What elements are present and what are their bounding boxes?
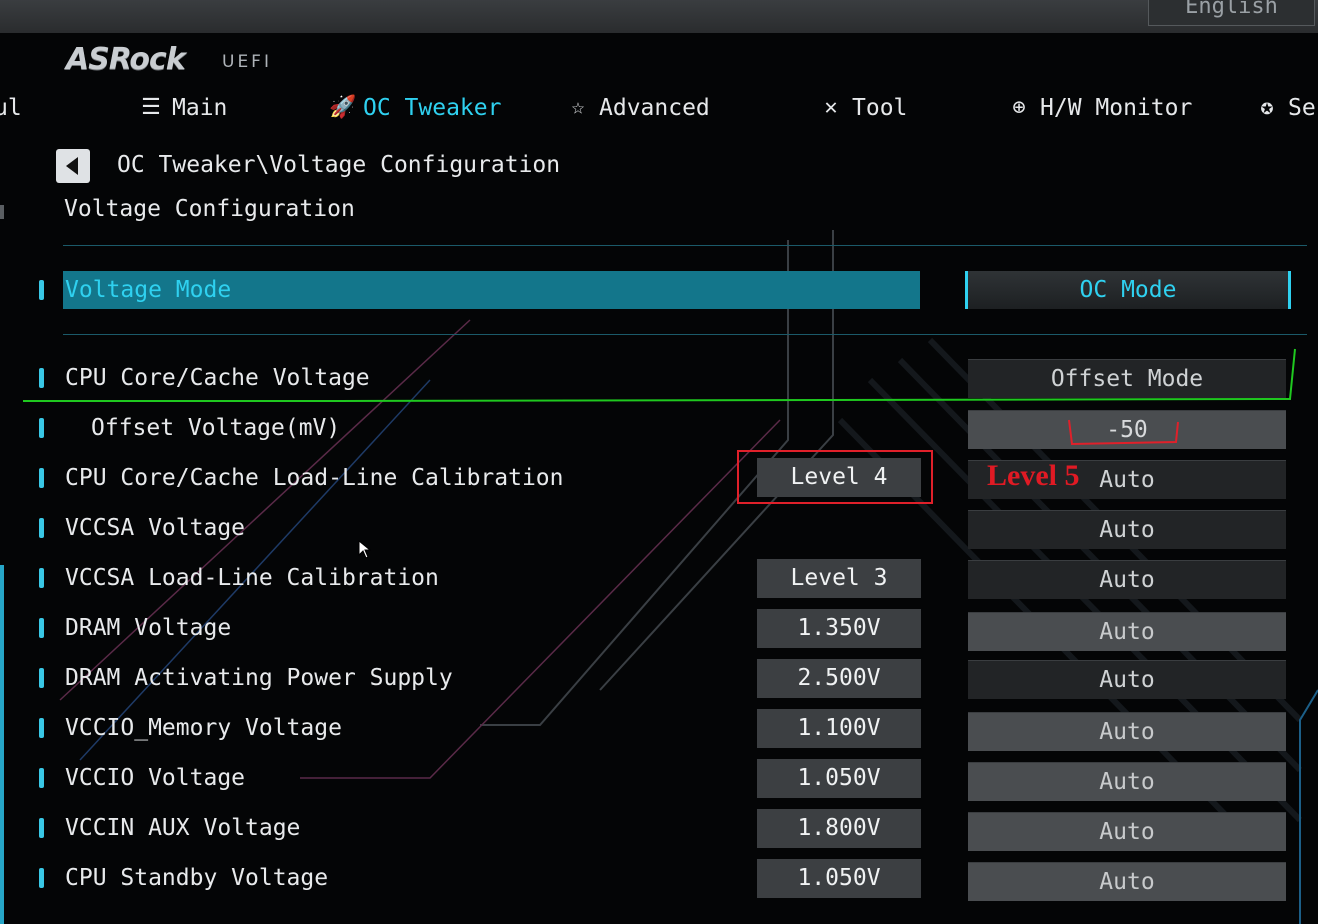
scroll-marker xyxy=(0,205,4,219)
divider xyxy=(63,334,1307,335)
row-indicator-icon xyxy=(39,718,44,738)
top-bar xyxy=(0,0,1318,33)
setting-value-vccio-voltage[interactable]: Auto xyxy=(968,762,1286,801)
tab-hw-monitor[interactable]: ⊕ H/W Monitor xyxy=(1006,90,1192,126)
row-indicator-icon xyxy=(39,668,44,688)
current-value-cpu-standby: 1.050V xyxy=(757,859,921,898)
tab-advanced[interactable]: ☆ Advanced xyxy=(565,90,710,126)
current-value-vccio-voltage: 1.050V xyxy=(757,759,921,798)
security-badge-icon: ✪ xyxy=(1260,95,1274,120)
setting-label-vccin-aux[interactable]: VCCIN AUX Voltage xyxy=(65,815,300,841)
setting-label-cpu-standby[interactable]: CPU Standby Voltage xyxy=(65,865,328,891)
tab-label: Tool xyxy=(852,95,908,121)
brand-logo: ASRock xyxy=(66,42,186,77)
setting-value-dram-activating-power[interactable]: Auto xyxy=(968,660,1286,699)
tab-security[interactable]: ✪ Se xyxy=(1254,90,1316,126)
setting-label-dram-voltage[interactable]: DRAM Voltage xyxy=(65,615,231,641)
setting-value-voltage-mode[interactable]: OC Mode xyxy=(965,271,1291,309)
setting-label-vccio-memory[interactable]: VCCIO_Memory Voltage xyxy=(65,715,342,741)
crosshair-icon: ⊕ xyxy=(1012,95,1026,120)
setting-value-vccin-aux[interactable]: Auto xyxy=(968,812,1286,851)
setting-label-voltage-mode[interactable]: Voltage Mode xyxy=(65,277,231,303)
setting-label-dram-activating-power[interactable]: DRAM Activating Power Supply xyxy=(65,665,453,691)
tab-favorites[interactable]: ul xyxy=(0,90,22,126)
tab-label: OC Tweaker xyxy=(363,95,502,121)
divider xyxy=(63,245,1307,246)
setting-value-vccio-memory[interactable]: Auto xyxy=(968,712,1286,751)
tab-label: Main xyxy=(172,95,228,121)
current-value-vccio-memory: 1.100V xyxy=(757,709,921,748)
setting-label-vccsa-voltage[interactable]: VCCSA Voltage xyxy=(65,515,245,541)
row-indicator-icon xyxy=(39,468,44,488)
row-indicator-icon xyxy=(39,818,44,838)
setting-label-offset-voltage[interactable]: Offset Voltage(mV) xyxy=(91,415,340,441)
current-value-dram-voltage: 1.350V xyxy=(757,609,921,648)
brand-logo-subtext: UEFI xyxy=(222,52,272,72)
page-title: Voltage Configuration xyxy=(64,196,355,222)
annotation-green-underline xyxy=(23,348,1296,402)
rocket-icon: 🚀 xyxy=(329,95,357,120)
row-indicator-icon xyxy=(39,868,44,888)
tab-oc-tweaker[interactable]: 🚀 OC Tweaker xyxy=(329,90,501,126)
setting-label-cpu-llc[interactable]: CPU Core/Cache Load-Line Calibration xyxy=(65,465,564,491)
tab-tool[interactable]: ✕ Tool xyxy=(818,90,907,126)
setting-value-vccsa-voltage[interactable]: Auto xyxy=(968,510,1286,549)
back-button[interactable] xyxy=(56,149,90,183)
row-indicator-icon xyxy=(39,768,44,788)
breadcrumb: OC Tweaker\Voltage Configuration xyxy=(117,152,561,178)
tab-label: Advanced xyxy=(599,95,710,121)
setting-label-vccio-voltage[interactable]: VCCIO Voltage xyxy=(65,765,245,791)
setting-label-vccsa-llc[interactable]: VCCSA Load-Line Calibration xyxy=(65,565,439,591)
annotation-text: Level 5 xyxy=(987,459,1080,492)
tab-label: Se xyxy=(1288,95,1316,121)
tools-icon: ✕ xyxy=(824,95,838,120)
tab-label: H/W Monitor xyxy=(1040,95,1193,121)
row-indicator-icon xyxy=(39,518,44,538)
star-icon: ☆ xyxy=(571,95,585,120)
mouse-cursor-icon xyxy=(358,540,372,559)
row-indicator-icon xyxy=(39,618,44,638)
setting-value-cpu-standby[interactable]: Auto xyxy=(968,862,1286,901)
row-indicator-icon xyxy=(39,280,44,300)
current-value-vccsa-llc: Level 3 xyxy=(757,559,921,598)
row-indicator-icon xyxy=(39,418,44,438)
scroll-indicator xyxy=(0,565,4,924)
setting-value-dram-voltage[interactable]: Auto xyxy=(968,612,1286,651)
annotation-red-box xyxy=(737,450,933,504)
current-value-dram-activating-power: 2.500V xyxy=(757,659,921,698)
tab-main[interactable]: ☰ Main xyxy=(138,90,227,126)
list-icon: ☰ xyxy=(141,95,161,120)
annotation-red-bracket xyxy=(1068,419,1179,446)
language-button[interactable]: English xyxy=(1148,0,1315,26)
current-value-vccin-aux: 1.800V xyxy=(757,809,921,848)
setting-value-vccsa-llc[interactable]: Auto xyxy=(968,560,1286,599)
tab-label: ul xyxy=(0,95,22,121)
row-indicator-icon xyxy=(39,568,44,588)
